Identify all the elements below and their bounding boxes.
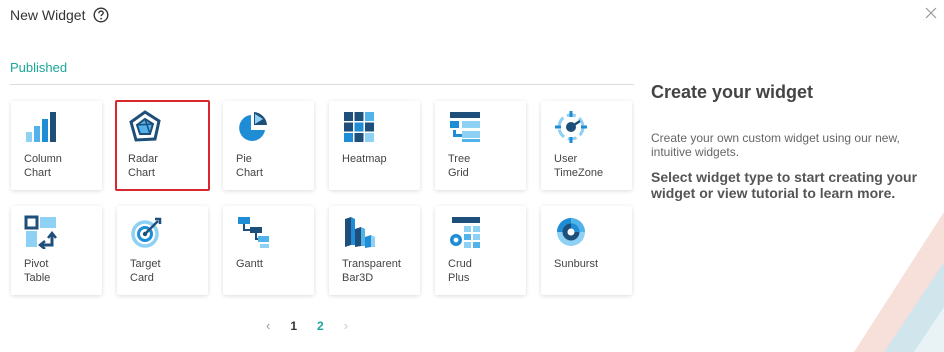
decorative-corner-graphic (854, 212, 944, 352)
widget-label: Heatmap (342, 153, 387, 165)
widget-label: Radar Chart (128, 153, 158, 179)
gantt-icon (238, 217, 269, 248)
widget-label: Gantt (236, 258, 263, 270)
dialog-header: New Widget (10, 7, 109, 23)
dialog-title: New Widget (10, 7, 86, 23)
widget-label: Column Chart (24, 153, 62, 179)
widget-label: Crud Plus (448, 258, 472, 284)
pagination: ‹ 1 2 › (266, 318, 348, 333)
widget-card-target-card[interactable]: Target Card (117, 206, 208, 295)
widget-card-gantt[interactable]: Gantt (223, 206, 314, 295)
widget-label: Transparent Bar3D (342, 258, 401, 284)
crud-plus-icon (450, 217, 480, 248)
tab-published[interactable]: Published (10, 60, 67, 75)
radar-chart-icon (129, 110, 161, 142)
tab-bar: Published (10, 59, 634, 85)
side-panel: Create your widget Create your own custo… (651, 82, 931, 201)
widget-card-sunburst[interactable]: Sunburst (541, 206, 632, 295)
page-button-1[interactable]: 1 (290, 319, 297, 333)
pivot-table-icon (24, 215, 57, 249)
widget-grid: Column Chart Radar Chart Pie Chart Heatm… (11, 100, 632, 295)
widget-card-heatmap[interactable]: Heatmap (329, 101, 420, 190)
widget-card-pivot-table[interactable]: Pivot Table (11, 206, 102, 295)
widget-label: Sunburst (554, 258, 599, 270)
close-icon[interactable] (924, 6, 938, 20)
widget-card-crud-plus[interactable]: Crud Plus (435, 206, 526, 295)
widget-label: Target Card (130, 258, 161, 284)
side-panel-cta: Select widget type to start creating you… (651, 169, 918, 201)
pie-chart-icon (239, 112, 267, 141)
widget-card-transparent-bar3d[interactable]: Transparent Bar3D (329, 206, 420, 295)
side-panel-description: Create your own custom widget using our … (651, 131, 900, 159)
widget-card-column-chart[interactable]: Column Chart (11, 101, 102, 190)
page-button-2[interactable]: 2 (317, 319, 324, 333)
widget-card-user-timezone[interactable]: User TimeZone (541, 101, 632, 190)
column-chart-icon (26, 112, 56, 142)
widget-label: Pie Chart (236, 153, 263, 179)
bar3d-icon (345, 217, 375, 248)
widget-label: Pivot Table (24, 258, 51, 284)
widget-label: Tree Grid (448, 153, 471, 179)
next-page-button[interactable]: › (344, 318, 348, 333)
user-timezone-icon (555, 111, 587, 143)
sunburst-icon (557, 218, 585, 246)
help-circle-icon[interactable] (93, 7, 109, 23)
widget-card-tree-grid[interactable]: Tree Grid (435, 101, 526, 190)
prev-page-button[interactable]: ‹ (266, 318, 270, 333)
widget-label: User TimeZone (554, 153, 604, 179)
target-card-icon (131, 217, 162, 248)
widget-card-radar-chart[interactable]: Radar Chart (115, 100, 210, 191)
heatmap-icon (344, 112, 374, 142)
widget-card-pie-chart[interactable]: Pie Chart (223, 101, 314, 190)
side-panel-heading: Create your widget (651, 82, 814, 102)
tree-grid-icon (450, 112, 480, 142)
